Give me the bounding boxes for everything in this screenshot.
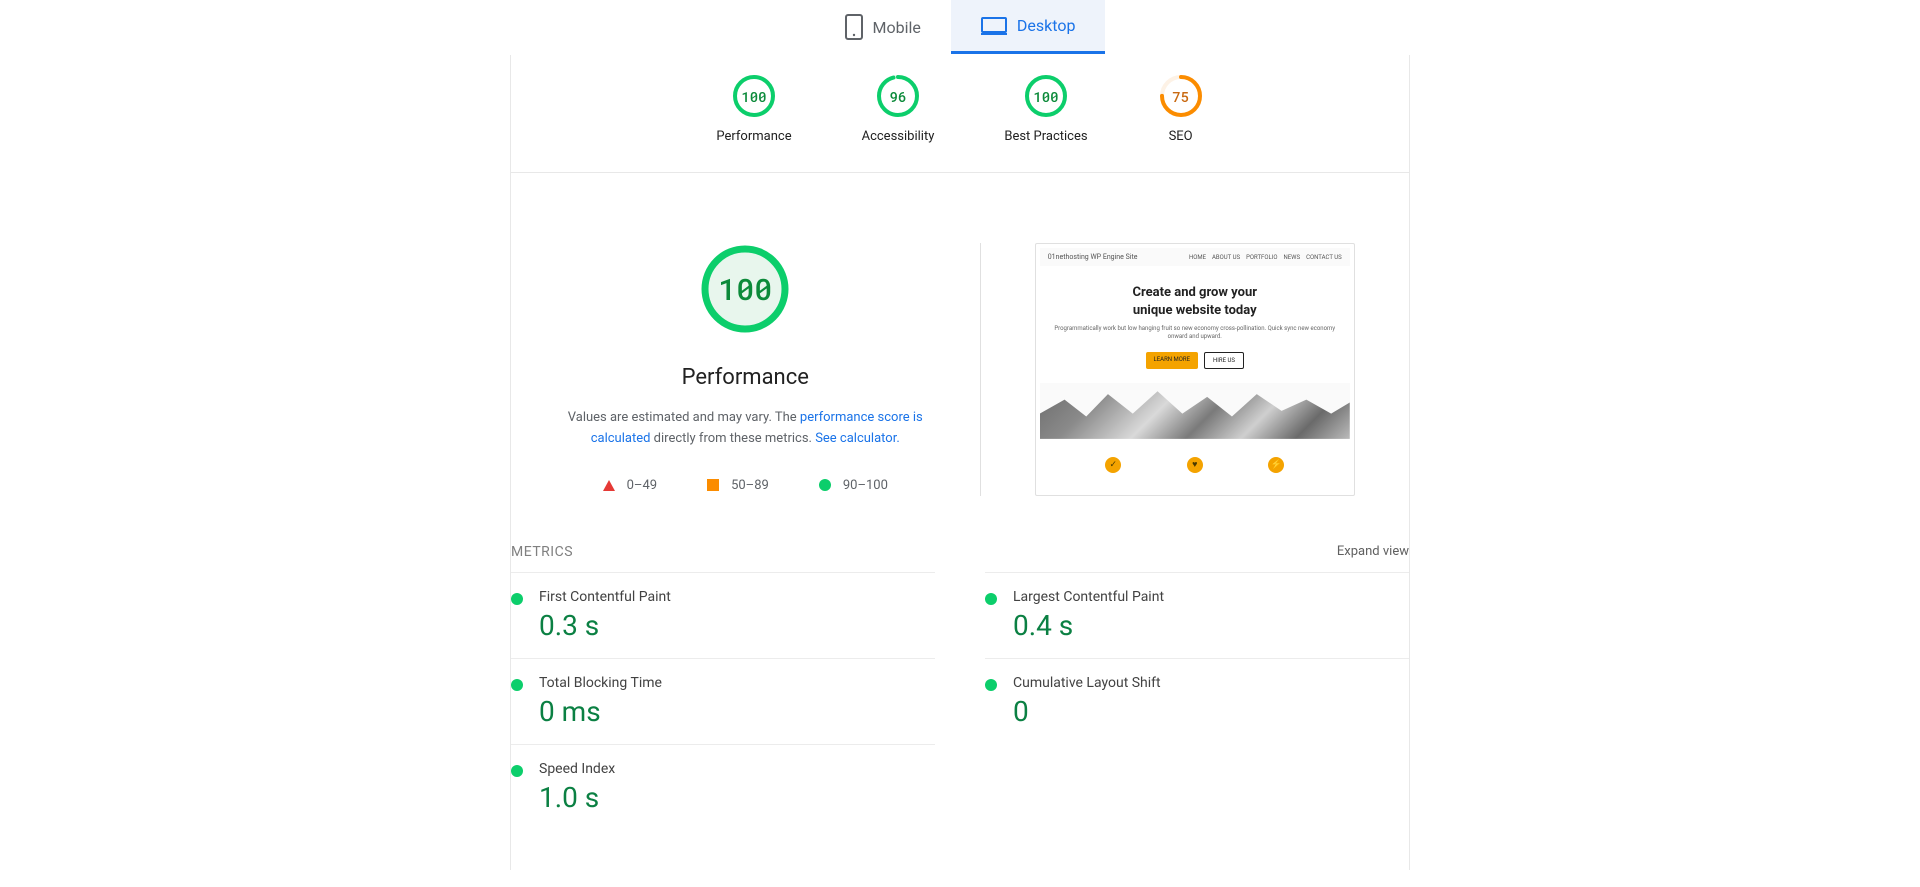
report-container: 100 Performance 96 Accessibility 100 Bes… xyxy=(510,55,1410,870)
shot-brand: 01nethosting WP Engine Site xyxy=(1048,253,1138,261)
circle-icon xyxy=(819,479,831,491)
metric-cls[interactable]: Cumulative Layout Shift 0 xyxy=(985,658,1409,744)
gauge-seo[interactable]: 75 SEO xyxy=(1158,73,1204,144)
shot-nav-item: NEWS xyxy=(1283,254,1300,261)
gauge-performance-value: 100 xyxy=(731,73,777,119)
metric-tbt-name: Total Blocking Time xyxy=(539,675,662,691)
page-screenshot[interactable]: 01nethosting WP Engine Site HOME ABOUT U… xyxy=(1035,243,1355,496)
top-scores-row: 100 Performance 96 Accessibility 100 Bes… xyxy=(511,55,1409,173)
status-dot-icon xyxy=(511,765,523,777)
tab-desktop-label: Desktop xyxy=(1017,16,1076,35)
gauge-accessibility[interactable]: 96 Accessibility xyxy=(862,73,935,144)
square-icon xyxy=(707,479,719,491)
gauge-performance[interactable]: 100 Performance xyxy=(716,73,791,144)
big-performance-value: 100 xyxy=(699,243,791,335)
score-legend: 0–49 50–89 90–100 xyxy=(551,478,940,493)
metric-si-value: 1.0 s xyxy=(539,781,615,814)
status-dot-icon xyxy=(985,593,997,605)
check-icon: ✓ xyxy=(1105,457,1121,473)
gauge-performance-circle: 100 xyxy=(731,73,777,119)
shot-nav-item: CONTACT US xyxy=(1306,254,1342,261)
metric-tbt[interactable]: Total Blocking Time 0 ms xyxy=(511,658,935,744)
legend-low: 0–49 xyxy=(603,478,657,493)
perf-desc-prefix: Values are estimated and may vary. The xyxy=(568,410,800,425)
metrics-header: METRICS Expand view xyxy=(511,516,1409,572)
metrics-label: METRICS xyxy=(511,544,573,560)
shot-btn-primary: LEARN MORE xyxy=(1146,352,1199,369)
legend-mid-label: 50–89 xyxy=(731,478,769,493)
shot-nav-item: HOME xyxy=(1189,254,1206,261)
shot-hero-title: Create and grow your unique website toda… xyxy=(1050,284,1340,319)
tab-mobile[interactable]: Mobile xyxy=(815,0,951,54)
shot-nav: HOME ABOUT US PORTFOLIO NEWS CONTACT US xyxy=(1189,254,1342,261)
shot-nav-item: ABOUT US xyxy=(1212,254,1240,261)
metric-lcp-value: 0.4 s xyxy=(1013,609,1164,642)
legend-high: 90–100 xyxy=(819,478,888,493)
metric-cls-name: Cumulative Layout Shift xyxy=(1013,675,1161,691)
legend-mid: 50–89 xyxy=(707,478,769,493)
performance-description: Values are estimated and may vary. The p… xyxy=(551,408,940,450)
status-dot-icon xyxy=(511,679,523,691)
performance-summary: 100 Performance Values are estimated and… xyxy=(511,243,981,496)
gauge-seo-label: SEO xyxy=(1158,129,1204,144)
gauge-best-practices-value: 100 xyxy=(1023,73,1069,119)
metric-fcp-value: 0.3 s xyxy=(539,609,671,642)
device-tabs: Mobile Desktop xyxy=(0,0,1920,55)
gauge-seo-value: 75 xyxy=(1158,73,1204,119)
gauge-best-practices-circle: 100 xyxy=(1023,73,1069,119)
heart-icon: ♥ xyxy=(1187,457,1203,473)
metrics-grid: First Contentful Paint 0.3 s Largest Con… xyxy=(511,572,1409,830)
shot-hero-buttons: LEARN MORE HIRE US xyxy=(1050,352,1340,369)
gauge-best-practices[interactable]: 100 Best Practices xyxy=(1004,73,1087,144)
shot-hero-sub: Programmatically work but low hanging fr… xyxy=(1050,325,1340,342)
status-dot-icon xyxy=(511,593,523,605)
triangle-icon xyxy=(603,480,615,491)
metric-cls-value: 0 xyxy=(1013,695,1161,728)
legend-high-label: 90–100 xyxy=(843,478,888,493)
shot-header: 01nethosting WP Engine Site HOME ABOUT U… xyxy=(1040,248,1350,266)
performance-screenshot-panel: 01nethosting WP Engine Site HOME ABOUT U… xyxy=(981,243,1410,496)
metric-fcp-name: First Contentful Paint xyxy=(539,589,671,605)
perf-desc-mid: directly from these metrics. xyxy=(650,431,815,446)
shot-hero-line1: Create and grow your xyxy=(1132,285,1257,300)
desktop-icon xyxy=(981,16,1007,36)
performance-title: Performance xyxy=(551,365,940,390)
shot-hero-line2: unique website today xyxy=(1133,303,1257,318)
status-dot-icon xyxy=(985,679,997,691)
tab-desktop[interactable]: Desktop xyxy=(951,0,1106,54)
metric-si-name: Speed Index xyxy=(539,761,615,777)
gauge-performance-label: Performance xyxy=(716,129,791,144)
shot-btn-outline: HIRE US xyxy=(1204,352,1244,369)
expand-view-toggle[interactable]: Expand view xyxy=(1337,544,1409,559)
metric-fcp[interactable]: First Contentful Paint 0.3 s xyxy=(511,572,935,658)
gauge-accessibility-label: Accessibility xyxy=(862,129,935,144)
metric-lcp[interactable]: Largest Contentful Paint 0.4 s xyxy=(985,572,1409,658)
big-performance-gauge: 100 xyxy=(699,243,791,335)
shot-nav-item: PORTFOLIO xyxy=(1246,254,1277,261)
metric-tbt-value: 0 ms xyxy=(539,695,662,728)
shot-bottom-icons: ✓ ♥ ⚡ xyxy=(1040,439,1350,491)
tab-mobile-label: Mobile xyxy=(873,18,921,37)
mobile-icon xyxy=(845,14,863,40)
bolt-icon: ⚡ xyxy=(1268,457,1284,473)
shot-hero: Create and grow your unique website toda… xyxy=(1040,266,1350,383)
gauge-best-practices-label: Best Practices xyxy=(1004,129,1087,144)
shot-mountains-image xyxy=(1040,383,1350,439)
gauge-accessibility-value: 96 xyxy=(875,73,921,119)
performance-section: 100 Performance Values are estimated and… xyxy=(511,173,1409,516)
see-calculator-link[interactable]: See calculator. xyxy=(815,431,900,446)
metric-si[interactable]: Speed Index 1.0 s xyxy=(511,744,935,830)
metric-lcp-name: Largest Contentful Paint xyxy=(1013,589,1164,605)
gauge-accessibility-circle: 96 xyxy=(875,73,921,119)
legend-low-label: 0–49 xyxy=(627,478,657,493)
gauge-seo-circle: 75 xyxy=(1158,73,1204,119)
